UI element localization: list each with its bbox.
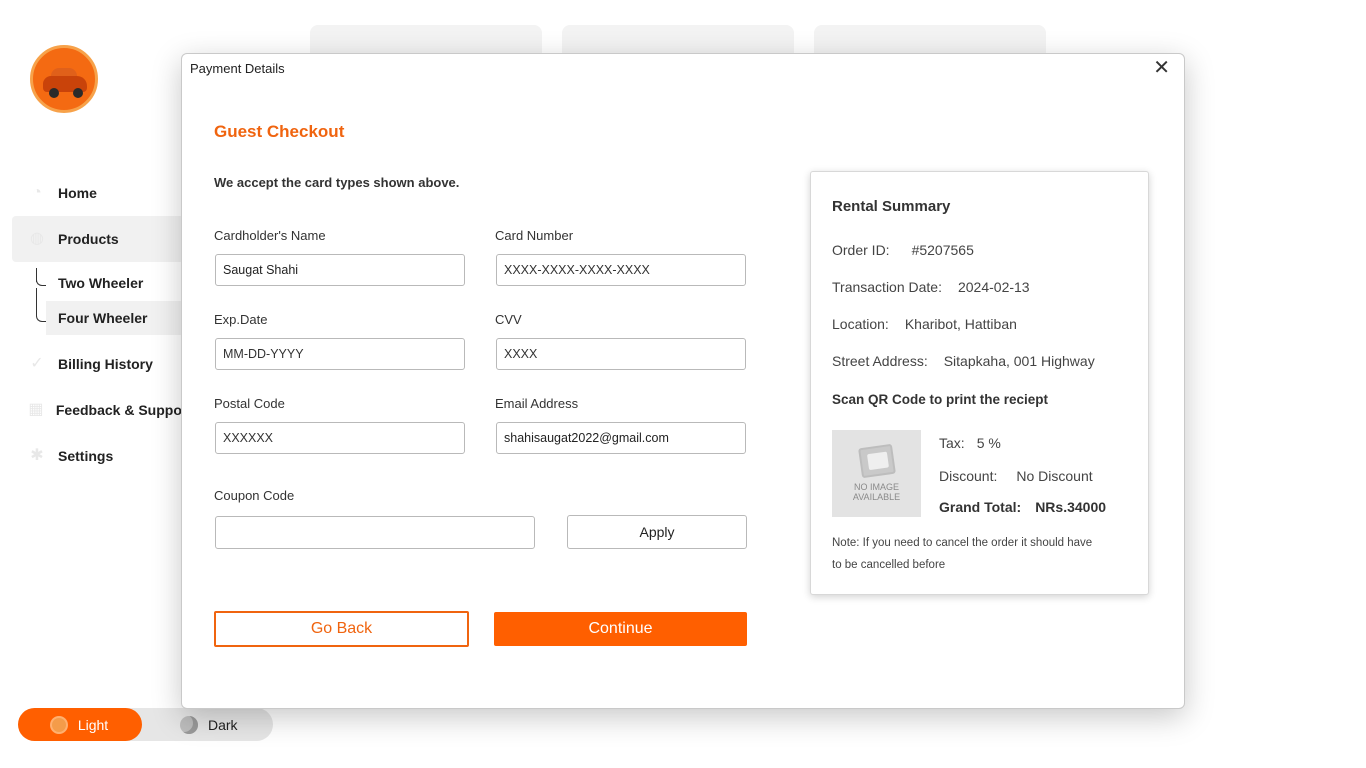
discount-label: Discount: (939, 468, 998, 484)
grand-total-label: Grand Total: (939, 499, 1022, 515)
email-field[interactable] (496, 422, 746, 454)
tree-connector (36, 278, 46, 286)
location-label: Location: (832, 316, 889, 332)
cvv-label: CVV (495, 312, 522, 327)
light-label: Light (77, 716, 109, 733)
go-back-button[interactable]: Go Back (214, 611, 469, 647)
rental-summary-card: Rental Summary Order ID: #5207565 Transac… (810, 171, 1149, 595)
postal-code-input[interactable] (215, 422, 465, 454)
settings-icon: ✱ (30, 447, 44, 464)
grand-total-row: Grand Total: NRs.34000 (939, 499, 1106, 515)
apply-coupon-button[interactable]: Apply (567, 515, 747, 549)
sidebar-item-label: Home (58, 185, 97, 201)
sidebar-subitem-two-wheeler[interactable]: Two Wheeler (46, 266, 196, 300)
tax-value: 5 % (976, 435, 1001, 451)
products-icon: ◍ (30, 230, 44, 247)
postal-code-label: Postal Code (214, 396, 285, 411)
card-number-input[interactable] (496, 254, 746, 286)
payment-details-dialog: Payment Details ✕ Guest Checkout We acce… (181, 53, 1185, 709)
order-id-label: Order ID: (832, 242, 890, 258)
cardholder-name-input[interactable] (215, 254, 465, 286)
accepted-cards-text: We accept the card types shown above. (214, 175, 460, 190)
logo-wheel-right (73, 88, 83, 98)
moon-icon (180, 715, 198, 734)
order-id-value: #5207565 (911, 242, 974, 258)
sidebar-subitem-four-wheeler[interactable]: Four Wheeler (46, 301, 196, 335)
street-address-value: Sitapkaha, 001 Highway (943, 353, 1095, 369)
sidebar-item-settings[interactable]: ✱ Settings (12, 433, 192, 479)
sidebar-item-label: Settings (58, 448, 114, 464)
sidebar-item-label: Products (58, 231, 119, 247)
sun-icon (51, 717, 66, 732)
tax-row: Tax: 5 % (939, 435, 1001, 451)
transaction-date-value: 2024-02-13 (957, 279, 1030, 295)
close-icon[interactable]: ✕ (1153, 58, 1170, 78)
tree-connector (36, 288, 46, 322)
sidebar-item-feedback[interactable]: ▦ Feedback & Support (12, 387, 192, 433)
discount-value: No Discount (1016, 468, 1093, 484)
exp-date-input[interactable] (215, 338, 465, 370)
street-address-row: Street Address: Sitapkaha, 001 Highway (832, 353, 1095, 369)
sidebar-item-home[interactable]: ◔ Home (12, 170, 192, 216)
discount-row: Discount: No Discount (939, 468, 1093, 484)
billing-icon: ✓ (30, 355, 44, 372)
order-id-row: Order ID: #5207565 (832, 242, 974, 258)
exp-date-label: Exp.Date (214, 312, 268, 327)
cardholder-label: Cardholder's Name (214, 228, 326, 243)
transaction-date-label: Transaction Date: (832, 279, 942, 295)
light-theme-button[interactable]: Light (18, 708, 142, 741)
qr-code-placeholder-image: NO IMAGE AVAILABLE (832, 430, 921, 517)
dialog-title: Payment Details (190, 61, 285, 76)
image-placeholder-icon (857, 443, 896, 478)
no-image-text: NO IMAGE AVAILABLE (852, 481, 901, 502)
logo-wheel-left (49, 88, 59, 98)
coupon-code-label: Coupon Code (214, 488, 295, 503)
sidebar-item-products[interactable]: ◍ Products (12, 216, 192, 262)
tax-label: Tax: (939, 435, 965, 451)
street-address-label: Street Address: (832, 353, 928, 369)
app-logo (30, 45, 98, 113)
cvv-input[interactable] (496, 338, 746, 370)
location-value: Kharibot, Hattiban (904, 316, 1017, 332)
dark-theme-button[interactable]: Dark (180, 708, 238, 741)
theme-toggle[interactable]: Light Dark (18, 708, 273, 741)
continue-button[interactable]: Continue (494, 612, 747, 646)
sidebar-item-label: Billing History (58, 356, 153, 372)
dark-label: Dark (208, 716, 238, 733)
location-row: Location: Kharibot, Hattiban (832, 316, 1017, 332)
feedback-icon: ▦ (28, 401, 44, 418)
qr-instruction: Scan QR Code to print the reciept (832, 392, 1049, 407)
grand-total-value: NRs.34000 (1035, 499, 1107, 515)
coupon-code-input[interactable] (215, 516, 535, 549)
cancellation-note: Note: If you need to cancel the order it… (832, 537, 1093, 571)
home-icon: ◔ (32, 184, 42, 201)
page-title: Guest Checkout (214, 122, 345, 141)
sidebar-item-label: Feedback & Support (55, 402, 192, 418)
transaction-date-row: Transaction Date: 2024-02-13 (832, 279, 1030, 295)
card-number-label: Card Number (495, 228, 574, 243)
email-label: Email Address (495, 396, 579, 411)
summary-title: Rental Summary (832, 198, 951, 215)
sidebar-item-billing-history[interactable]: ✓ Billing History (12, 341, 192, 387)
